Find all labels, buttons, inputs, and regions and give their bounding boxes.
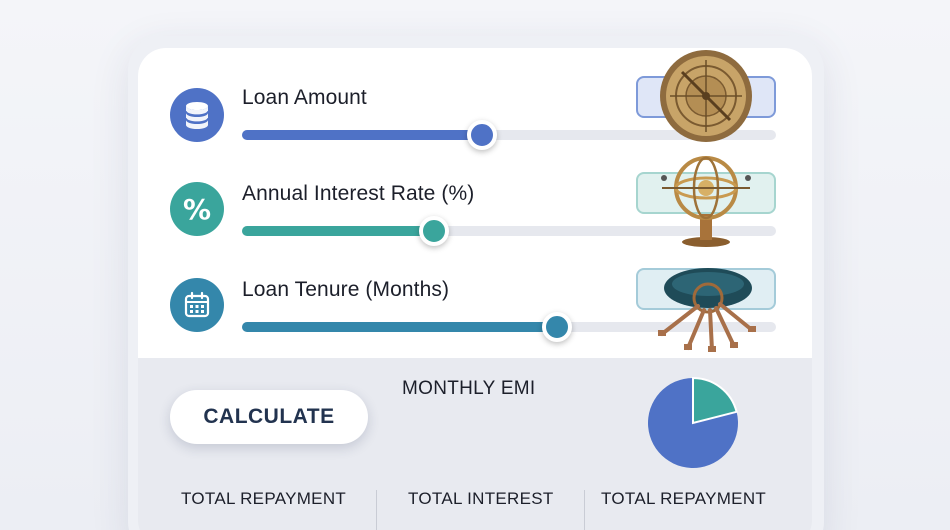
footer-total-interest-label: TOTAL INTEREST xyxy=(408,489,554,508)
astrolabe-illustration xyxy=(660,50,752,142)
loan-amount-slider-thumb[interactable] xyxy=(467,120,498,150)
loan-amount-label: Loan Amount xyxy=(242,86,367,109)
coin-stack-icon xyxy=(170,88,224,142)
input-panel: Loan Amount % Annual Interest Rate (%) L… xyxy=(138,48,812,358)
calendar-icon xyxy=(170,278,224,332)
results-panel: CALCULATE MONTHLY EMI TOTAL REPAYMENT TO… xyxy=(138,358,812,530)
interest-rate-slider-thumb[interactable] xyxy=(419,216,450,246)
footer-divider xyxy=(376,490,377,530)
percent-icon: % xyxy=(170,182,224,236)
footer-total-repayment-label-2: TOTAL REPAYMENT xyxy=(601,489,767,508)
monthly-emi-label: MONTHLY EMI xyxy=(402,378,536,399)
loan-amount-slider-fill xyxy=(242,130,483,140)
footer-total-repayment-label: TOTAL REPAYMENT xyxy=(181,489,347,508)
footer-divider xyxy=(584,490,585,530)
interest-rate-slider-fill xyxy=(242,226,435,236)
emi-calculator-card: Loan Amount % Annual Interest Rate (%) L… xyxy=(138,48,812,530)
loan-tenure-slider-thumb[interactable] xyxy=(542,312,573,342)
interest-rate-label: Annual Interest Rate (%) xyxy=(242,182,475,205)
armillary-sphere-illustration xyxy=(661,156,751,247)
emi-pie-chart xyxy=(648,376,738,468)
key-ring-illustration xyxy=(658,268,756,352)
loan-tenure-slider-fill xyxy=(242,322,558,332)
calculate-button[interactable]: CALCULATE xyxy=(170,390,368,444)
loan-tenure-label: Loan Tenure (Months) xyxy=(242,278,450,301)
